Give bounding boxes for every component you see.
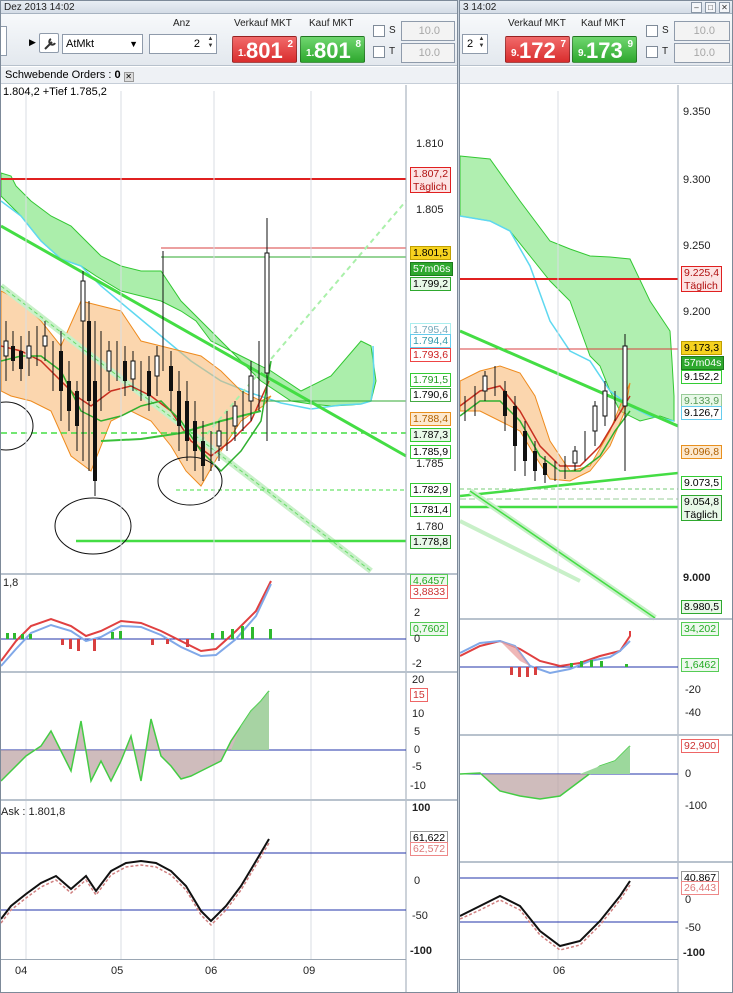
price-tag: 1.785,9	[410, 445, 452, 459]
axis-label: 5	[414, 726, 421, 738]
axis-label: 20	[412, 674, 425, 686]
ask-label: Ask : 1.801,8	[1, 806, 66, 818]
macd-tag: 34,202	[681, 622, 720, 636]
price-tag-last: 9.173,3	[681, 341, 723, 355]
countdown-tag: 57m04s	[681, 356, 725, 370]
price-tag: 9.126,7	[681, 406, 723, 420]
axis-label: -5	[412, 761, 422, 773]
axis-label: 9.200	[683, 306, 711, 318]
indicator-tag: 92,900	[681, 739, 720, 753]
date-axis: 06	[460, 959, 678, 992]
macd-label: 1,8	[3, 577, 19, 589]
price-tag-support: 1.778,8	[410, 535, 452, 549]
price-tag: 8.980,5	[681, 600, 723, 614]
axis-label: -50	[685, 922, 701, 934]
axis-label: 9.300	[683, 174, 711, 186]
price-tag-resistance: 1.807,2 Täglich	[410, 167, 452, 193]
price-tag: 1.788,4	[410, 412, 452, 426]
axis-label: 0	[685, 768, 692, 780]
axis-label: 9.350	[683, 106, 711, 118]
price-tag-support: 9.054,8 Täglich	[681, 495, 723, 521]
indicator-tag: 15	[410, 688, 428, 702]
price-tag: 1.790,6	[410, 388, 452, 402]
axis-label: 0	[414, 633, 421, 645]
price-tag-resistance: 9.225,4 Täglich	[681, 266, 723, 292]
chart-window-left: Dez 2013 14:02 ▶ AtMkt ▼ Anz 2 ▲ ▼ Verkau…	[0, 0, 458, 993]
axis-label: -50	[412, 910, 428, 922]
date-label: 05	[111, 965, 124, 977]
countdown-tag: 57m06s	[410, 262, 454, 276]
date-label: 06	[553, 965, 566, 977]
price-tag-last: 1.801,5	[410, 246, 452, 260]
pane-divider[interactable]	[460, 734, 732, 736]
axis-label: 0	[685, 894, 692, 906]
pane-divider[interactable]	[1, 799, 457, 801]
axis-label: 9.000	[683, 572, 711, 584]
axis-label: -10	[410, 780, 426, 792]
axis-label: -20	[685, 684, 701, 696]
pane-divider[interactable]	[460, 861, 732, 863]
axis-label: 100	[412, 802, 431, 814]
pane-divider[interactable]	[1, 573, 457, 575]
price-tag: 1.793,6	[410, 348, 452, 362]
price-tag: 1.787,3	[410, 428, 452, 442]
axis-label: -100	[410, 945, 433, 957]
axis-label: 0	[414, 744, 421, 756]
price-tag: 9.073,5	[681, 476, 723, 490]
axis-label: -100	[685, 800, 708, 812]
axis-label: -2	[412, 658, 422, 670]
date-axis: 04 05 06 09	[1, 959, 406, 992]
price-tag: 1.782,9	[410, 483, 452, 497]
date-label: 09	[303, 965, 316, 977]
axis-label: 2	[414, 607, 421, 619]
price-tag: 9.152,2	[681, 370, 723, 384]
macd-tag: 3,8833	[410, 585, 449, 599]
macd-hist-tag: 1,6462	[681, 658, 720, 672]
axis-label: 10	[412, 708, 425, 720]
price-tag: 1.791,5	[410, 373, 452, 387]
price-tag: 1.781,4	[410, 503, 452, 517]
axis-label: -40	[685, 707, 701, 719]
axis-label: 1.780	[416, 521, 444, 533]
axis-label: 1.805	[416, 204, 444, 216]
date-label: 06	[205, 965, 218, 977]
chart-header: 1.804,2 +Tief 1.785,2	[3, 86, 107, 98]
axis-label: -100	[683, 947, 706, 959]
price-chart-left[interactable]	[1, 1, 458, 993]
stoch-tag: 26,443	[681, 881, 720, 895]
axis-label: 9.250	[683, 240, 711, 252]
axis-label: 1.810	[416, 138, 444, 150]
date-label: 04	[15, 965, 28, 977]
axis-label: 1.785	[416, 458, 444, 470]
price-tag: 1.799,2	[410, 277, 452, 291]
pane-divider[interactable]	[460, 618, 732, 620]
price-tag: 1.794,4	[410, 334, 452, 348]
chart-window-right: 3 14:02 – □ ✕ 2 ▲ ▼ Verkauf MKT Kauf MKT …	[459, 0, 733, 993]
stoch-tag: 62,572	[410, 842, 449, 856]
axis-label: 0	[414, 875, 421, 887]
pane-divider[interactable]	[1, 671, 457, 673]
price-tag: 9.096,8	[681, 445, 723, 459]
